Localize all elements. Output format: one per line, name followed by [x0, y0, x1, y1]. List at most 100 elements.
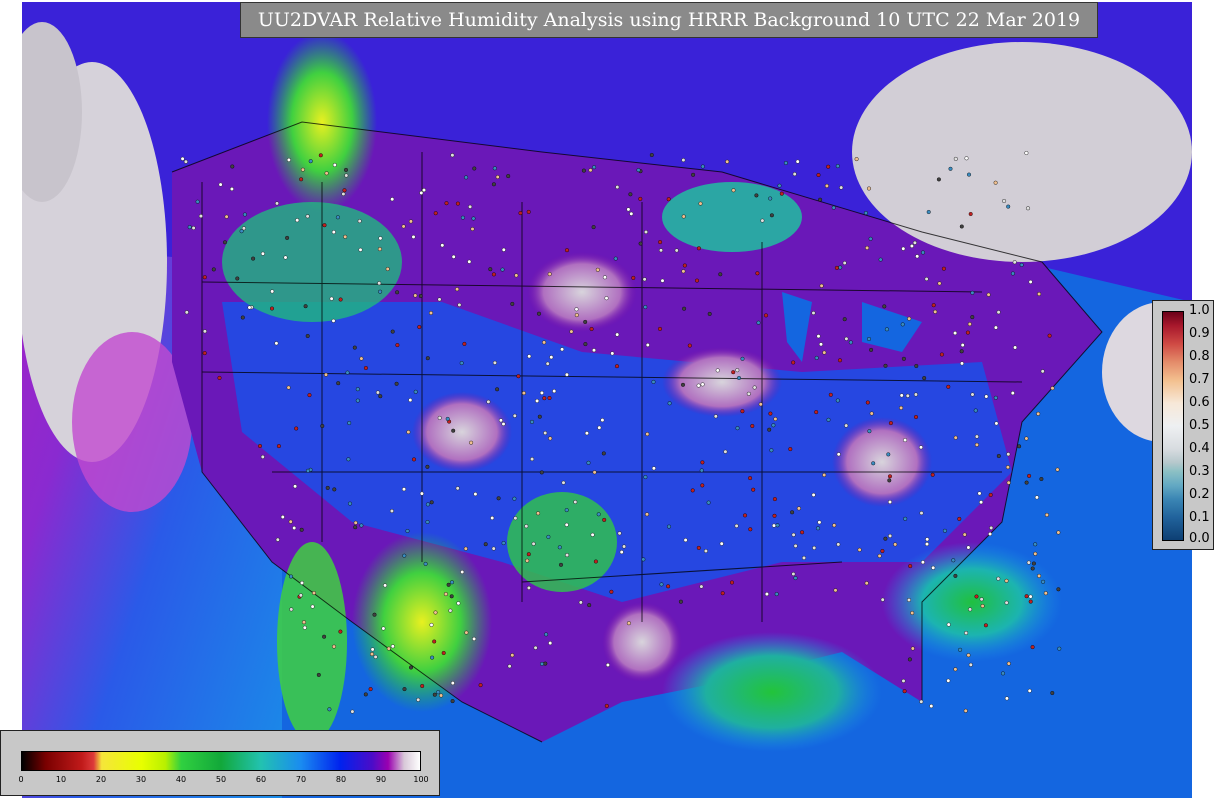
station-dot [419, 491, 424, 496]
station-dot [525, 558, 530, 563]
station-dot [298, 593, 303, 598]
station-dot [959, 224, 964, 229]
station-dot [251, 256, 256, 261]
station-dot [322, 634, 327, 639]
station-dot [903, 438, 908, 443]
station-dot [793, 543, 798, 548]
station-dot [700, 164, 705, 169]
station-dot [486, 399, 491, 404]
station-dot [838, 358, 843, 363]
station-dot [615, 332, 620, 337]
station-dot [467, 259, 472, 264]
station-dot [629, 211, 634, 216]
station-dot [547, 396, 552, 401]
station-dot [589, 327, 594, 332]
station-dot [899, 393, 904, 398]
humidity-map [22, 2, 1192, 798]
station-dot [822, 473, 827, 478]
station-dot [974, 594, 979, 599]
station-dot [425, 502, 430, 507]
station-dot [449, 594, 454, 599]
station-dot [460, 215, 465, 220]
station-dot [377, 247, 382, 252]
station-dot [666, 197, 671, 202]
station-dot [386, 646, 391, 651]
station-dot [996, 454, 1001, 459]
station-dot [537, 414, 542, 419]
station-dot [740, 356, 745, 361]
station-dot [526, 209, 531, 214]
station-dot [276, 444, 281, 449]
station-dot [871, 461, 876, 466]
station-dot [966, 653, 971, 658]
station-dot [748, 527, 753, 532]
station-dot [779, 191, 784, 196]
station-dot [344, 173, 349, 178]
station-dot [1041, 579, 1046, 584]
station-dot [687, 343, 692, 348]
station-dot [907, 598, 912, 603]
station-dot [964, 631, 969, 636]
station-dot [867, 429, 872, 434]
station-dot [331, 230, 336, 235]
station-dot [535, 398, 540, 403]
station-dot [863, 210, 868, 215]
station-dot [1030, 566, 1035, 571]
station-dot [539, 470, 544, 475]
station-dot [800, 530, 805, 535]
station-dot [433, 610, 438, 615]
station-dot [643, 475, 648, 480]
station-dot [402, 687, 407, 692]
station-dot [470, 226, 475, 231]
station-dot [478, 683, 483, 688]
station-dot [980, 604, 985, 609]
station-dot [450, 153, 455, 158]
station-dot [602, 275, 607, 280]
station-dot [543, 661, 548, 666]
station-dot [445, 416, 450, 421]
station-dot [347, 421, 352, 426]
station-dot [877, 553, 882, 558]
station-dot [462, 341, 467, 346]
station-dot [596, 512, 601, 517]
station-dot [1002, 198, 1007, 203]
station-dot [764, 592, 769, 597]
station-dot [490, 516, 495, 521]
station-dot [883, 363, 888, 368]
station-dot [957, 516, 962, 521]
station-dot [996, 310, 1001, 315]
station-dot [771, 423, 776, 428]
station-dot [500, 267, 505, 272]
station-dot [922, 376, 927, 381]
station-dot [270, 289, 275, 294]
station-dot [1039, 477, 1044, 482]
station-dot [907, 316, 912, 321]
station-dot [312, 591, 317, 596]
rh-tick-60: 60 [255, 775, 267, 784]
station-dot [946, 384, 951, 389]
station-dot [443, 592, 448, 597]
station-dot [412, 457, 417, 462]
station-dot [645, 432, 650, 437]
fraction-colorbar: 1.0 0.9 0.8 0.7 0.6 0.5 0.4 0.3 0.2 0.1 … [1152, 300, 1214, 550]
station-dot [667, 401, 672, 406]
station-dot [953, 331, 958, 336]
station-dot [774, 592, 779, 597]
station-dot [395, 290, 400, 295]
station-dot [294, 426, 299, 431]
station-dot [682, 306, 687, 311]
station-dot [884, 327, 889, 332]
station-dot [867, 337, 872, 342]
station-dot [857, 547, 862, 552]
station-dot [425, 356, 430, 361]
station-dot [793, 576, 798, 581]
station-dot [737, 376, 742, 381]
station-dot [953, 435, 958, 440]
station-dot [409, 665, 414, 670]
station-dot [543, 431, 548, 436]
station-dot [1012, 260, 1017, 265]
station-dot [269, 306, 274, 311]
station-dot [419, 190, 424, 195]
station-dot [696, 383, 701, 388]
station-dot [436, 690, 441, 695]
